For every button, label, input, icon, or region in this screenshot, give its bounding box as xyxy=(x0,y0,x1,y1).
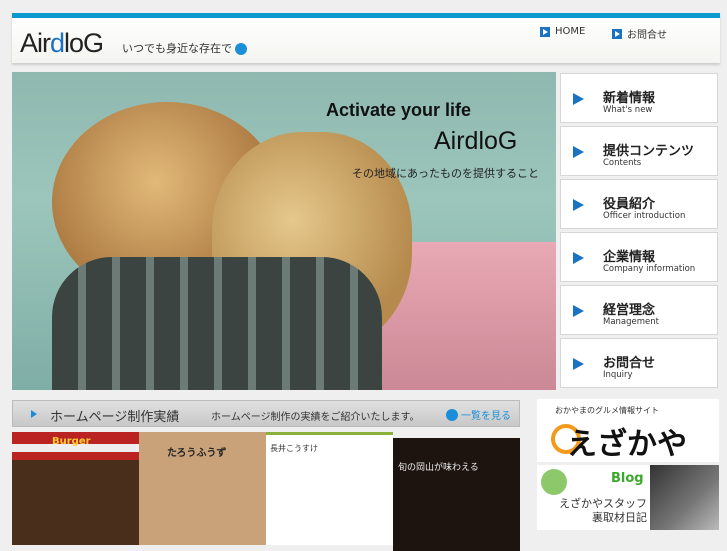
banner-title: えざかや xyxy=(567,427,687,462)
blog-photo xyxy=(650,465,719,530)
logo-text: loG xyxy=(64,28,104,58)
banner-subtitle: おかやまのグルメ情報サイト xyxy=(555,406,659,415)
nav-inquiry[interactable]: お問合せ Inquiry xyxy=(560,338,718,388)
works-title: ホームページ制作実績 xyxy=(50,410,180,425)
arrow-icon xyxy=(31,410,37,418)
blog-icon xyxy=(541,469,567,495)
nav-sublabel: What's new xyxy=(603,105,653,115)
view-all-label: 一覧を見る xyxy=(461,411,511,422)
nav-label: 企業情報 xyxy=(603,250,656,265)
arrow-icon xyxy=(573,199,584,211)
blog-label: Blog xyxy=(611,471,644,486)
work-thumbnail[interactable]: 長井こうすけ xyxy=(266,432,393,545)
thumb-label: 旬の岡山が味わえる xyxy=(398,463,479,473)
arrow-icon xyxy=(612,28,622,39)
nav-company[interactable]: 企業情報 Company information xyxy=(560,232,718,282)
contact-link-label: お問合せ xyxy=(627,30,667,41)
nav-label: 経営理念 xyxy=(603,303,656,318)
nav-sublabel: Officer introduction xyxy=(603,211,686,221)
tagline: いつでも身近な存在で xyxy=(122,40,247,56)
side-nav: 新着情報 What's new 提供コンテンツ Contents 役員紹介 Offic… xyxy=(560,73,718,391)
nav-officers[interactable]: 役員紹介 Officer introduction xyxy=(560,179,718,229)
hero-photo-part xyxy=(52,257,382,390)
nav-label: お問合せ xyxy=(603,356,656,371)
arrow-icon xyxy=(573,146,584,158)
arrow-icon xyxy=(573,358,584,370)
home-link[interactable]: HOME xyxy=(540,26,585,37)
circle-icon xyxy=(446,408,458,421)
circle-icon xyxy=(235,43,247,55)
view-all-link[interactable]: 一覧を見る xyxy=(446,407,511,422)
works-thumbnails: Burger たろうふうず 長井こうすけ 旬の岡山が味わえる xyxy=(12,432,520,551)
nav-whats-new[interactable]: 新着情報 What's new xyxy=(560,73,718,123)
thumb-label: Burger xyxy=(52,436,91,447)
works-subtitle: ホームページ制作の実績をご紹介いたします。 xyxy=(211,412,420,423)
nav-label: 新着情報 xyxy=(603,91,656,106)
hero-image: Activate your life AirdloG その地域にあったものを提供… xyxy=(12,72,556,390)
arrow-icon xyxy=(573,93,584,105)
logo-text: Air xyxy=(20,28,51,58)
hero-headline: Activate your life xyxy=(326,100,472,120)
thumb-label: たろうふうず xyxy=(167,448,227,459)
nav-management[interactable]: 経営理念 Management xyxy=(560,285,718,335)
tagline-text: いつでも身近な存在で xyxy=(122,42,232,55)
thumb-label: 長井こうすけ xyxy=(270,444,318,453)
ezakaya-banner[interactable]: おかやまのグルメ情報サイト えざかや xyxy=(537,399,719,462)
nav-contents[interactable]: 提供コンテンツ Contents xyxy=(560,126,718,176)
home-link-label: HOME xyxy=(555,26,586,37)
hero-subtitle: その地域にあったものを提供すること xyxy=(352,167,539,180)
arrow-icon xyxy=(573,305,584,317)
nav-sublabel: Inquiry xyxy=(603,370,633,380)
logo[interactable]: AirdloG xyxy=(20,28,104,59)
contact-link[interactable]: お問合せ xyxy=(612,26,667,41)
works-header: ホームページ制作実績 ホームページ制作の実績をご紹介いたします。 一覧を見る xyxy=(12,400,520,427)
nav-sublabel: Management xyxy=(603,317,659,327)
logo-text: d xyxy=(50,28,65,58)
arrow-icon xyxy=(573,252,584,264)
nav-label: 役員紹介 xyxy=(603,197,656,212)
blog-text-line: えざかやスタッフ xyxy=(559,497,647,510)
nav-sublabel: Company information xyxy=(603,264,696,274)
nav-label: 提供コンテンツ xyxy=(603,144,695,159)
arrow-icon xyxy=(540,26,550,37)
blog-banner[interactable]: Blog えざかやスタッフ 裏取材日記 xyxy=(537,465,719,530)
work-thumbnail[interactable]: たろうふうず xyxy=(139,432,266,545)
blog-text-line: 裏取材日記 xyxy=(592,511,647,524)
work-thumbnail[interactable]: Burger xyxy=(12,432,139,545)
nav-sublabel: Contents xyxy=(603,158,642,168)
blog-text: えざかやスタッフ 裏取材日記 xyxy=(543,497,647,525)
work-thumbnail[interactable]: 旬の岡山が味わえる xyxy=(393,438,520,551)
hero-brand: AirdloG xyxy=(434,127,518,155)
site-header: AirdloG いつでも身近な存在で HOME お問合せ xyxy=(12,13,720,63)
